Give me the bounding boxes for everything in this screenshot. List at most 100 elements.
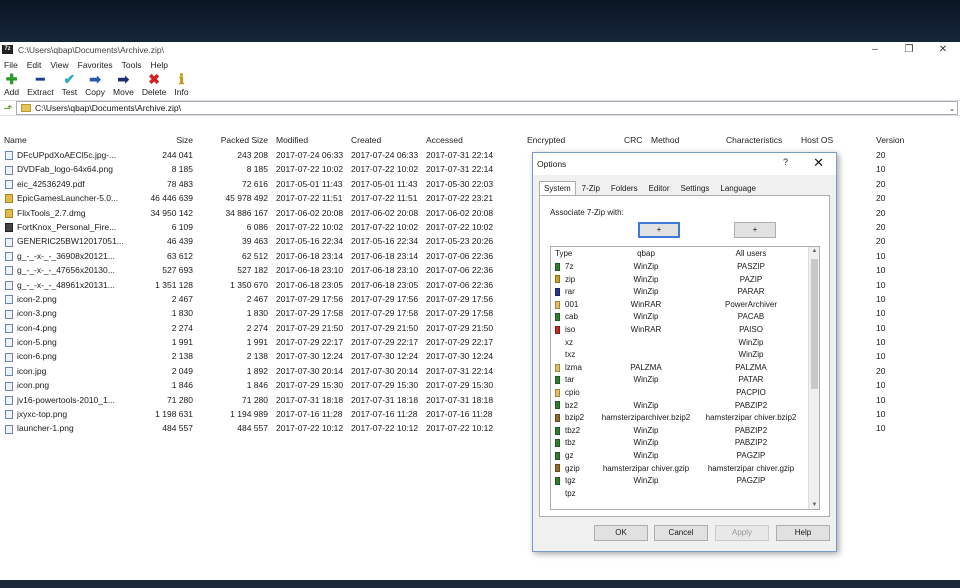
associate-all-users-button[interactable]: + <box>734 222 776 238</box>
file-accessed-cell: 2017-07-31 22:14 <box>426 365 494 376</box>
column-header-crc[interactable]: CRC <box>624 132 654 148</box>
header-type[interactable]: Type <box>555 247 572 261</box>
menu-edit[interactable]: Edit <box>27 60 42 70</box>
association-all-users-cell: hamsterzipar chiver.bzip2 <box>705 413 797 423</box>
menu-file[interactable]: File <box>4 60 18 70</box>
menu-view[interactable]: View <box>50 60 68 70</box>
association-type-cell: cab <box>555 311 578 324</box>
minimize-icon[interactable]: – <box>858 42 892 57</box>
association-row[interactable]: cab WinZip PACAB <box>551 311 819 324</box>
association-row[interactable]: gzip hamsterzipar chiver.gzip hamsterzipar… <box>551 463 819 476</box>
archive-type-icon <box>555 288 560 297</box>
association-row[interactable]: gz WinZip PAGZIP <box>551 450 819 463</box>
file-accessed-cell: 2017-07-31 22:14 <box>426 150 494 160</box>
help-icon[interactable]: ? <box>783 157 788 167</box>
column-header-name[interactable]: Name <box>4 132 144 148</box>
delete-x-icon: ✖ <box>148 71 160 87</box>
chevron-down-icon[interactable]: ⌄ <box>947 104 957 113</box>
association-row[interactable]: lzma PALZMA PALZMA <box>551 362 819 375</box>
association-row[interactable]: tgz WinZip PAGZIP <box>551 475 819 488</box>
associate-current-user-button[interactable]: + <box>638 222 680 238</box>
move-button[interactable]: ➡ Move <box>113 72 134 98</box>
column-header-version[interactable]: Version <box>876 132 916 148</box>
association-row[interactable]: tbz2 WinZip PABZIP2 <box>551 425 819 438</box>
maximize-icon[interactable]: ❐ <box>892 42 926 57</box>
association-row[interactable]: xz WinZip <box>551 337 819 350</box>
association-row[interactable]: bzip2 hamsterziparchiver.bzip2 hamsterzipa… <box>551 412 819 425</box>
folder-up-icon[interactable]: ⬏ <box>0 102 16 115</box>
tab-folders[interactable]: Folders <box>606 181 643 195</box>
association-row[interactable]: tpz <box>551 488 819 501</box>
header-user[interactable]: qbap <box>591 247 701 261</box>
association-all-users-cell: PACAB <box>737 312 765 322</box>
tab-settings[interactable]: Settings <box>676 181 715 195</box>
file-modified-cell: 2017-05-01 11:43 <box>276 178 343 189</box>
archive-type-icon <box>555 376 560 385</box>
delete-button[interactable]: ✖ Delete <box>142 71 167 98</box>
column-header-accessed[interactable]: Accessed <box>426 132 498 148</box>
menu-tools[interactable]: Tools <box>122 60 142 70</box>
title-bar: 7z C:\Users\qbap\Documents\Archive.zip\ … <box>0 42 960 57</box>
association-type-cell: bz2 <box>555 400 578 413</box>
column-header-hostos[interactable]: Host OS <box>801 132 861 148</box>
file-version-cell: 10 <box>876 322 886 333</box>
scroll-thumb[interactable] <box>811 259 818 389</box>
association-row[interactable]: bz2 WinZip PABZIP2 <box>551 400 819 413</box>
association-row[interactable]: cpio PACPIO <box>551 387 819 400</box>
address-input[interactable]: C:\Users\qbap\Documents\Archive.zip\ ⌄ <box>16 101 958 115</box>
association-row[interactable]: txz WinZip <box>551 349 819 362</box>
tab-7-zip[interactable]: 7-Zip <box>577 181 605 195</box>
column-header-modified[interactable]: Modified <box>276 132 348 148</box>
file-created-cell: 2017-07-16 11:28 <box>351 409 418 420</box>
column-header-method[interactable]: Method <box>651 132 711 148</box>
association-user-cell: WinZip <box>633 425 659 435</box>
extract-button[interactable]: ━ Extract <box>27 72 53 98</box>
apply-button[interactable]: Apply <box>715 525 769 541</box>
association-row[interactable]: 7z WinZip PASZIP <box>551 261 819 274</box>
column-header-packed[interactable]: Packed Size <box>205 132 268 148</box>
scroll-up-icon[interactable]: ▲ <box>809 248 819 254</box>
file-version-cell: 20 <box>876 150 886 160</box>
archive-type-icon <box>555 262 560 271</box>
tab-system[interactable]: System <box>539 181 576 195</box>
association-row[interactable]: zip WinZip PAZIP <box>551 274 819 287</box>
menu-help[interactable]: Help <box>150 60 167 70</box>
association-ext: bzip2 <box>565 413 585 423</box>
file-name: g_-_-x-_-_47656x20130... <box>17 265 115 276</box>
close-icon[interactable]: ✕ <box>926 42 960 57</box>
column-header-size[interactable]: Size <box>140 132 193 148</box>
help-button[interactable]: Help <box>776 525 830 541</box>
column-header-encrypted[interactable]: Encrypted <box>527 132 587 148</box>
file-size-cell: 1 991 <box>171 337 193 348</box>
column-header-created[interactable]: Created <box>351 132 423 148</box>
file-version-cell: 10 <box>876 380 886 391</box>
menu-favorites[interactable]: Favorites <box>78 60 113 70</box>
association-all-users-cell: WinZip <box>738 350 764 360</box>
association-row[interactable]: tbz WinZip PABZIP2 <box>551 437 819 450</box>
file-icon <box>5 223 13 233</box>
association-row[interactable]: iso WinRAR PAISO <box>551 324 819 337</box>
file-icon <box>5 280 13 290</box>
file-icon <box>5 151 13 161</box>
test-button[interactable]: ✔ Test <box>62 72 78 98</box>
association-all-users-cell: PASZIP <box>737 262 765 271</box>
column-header-characteristics[interactable]: Characteristics <box>726 132 796 148</box>
add-button[interactable]: ✚ Add <box>4 72 19 98</box>
file-icon <box>5 338 13 348</box>
copy-button[interactable]: ➡ Copy <box>85 72 105 98</box>
association-row[interactable]: rar WinZip PARAR <box>551 286 819 299</box>
tab-editor[interactable]: Editor <box>644 181 675 195</box>
association-ext: lzma <box>565 362 582 372</box>
header-all-users[interactable]: All users <box>701 247 801 261</box>
association-type-cell: zip <box>555 274 575 287</box>
association-row[interactable]: tar WinZip PATAR <box>551 374 819 387</box>
association-scrollbar[interactable]: ▲ ▼ <box>808 247 819 509</box>
dialog-close-icon[interactable]: ✕ <box>813 155 824 171</box>
scroll-down-icon[interactable]: ▼ <box>809 502 819 508</box>
cancel-button[interactable]: Cancel <box>654 525 708 541</box>
tab-language[interactable]: Language <box>715 181 761 195</box>
ok-button[interactable]: OK <box>594 525 648 541</box>
info-button[interactable]: ℹ Info <box>174 72 188 98</box>
file-icon <box>5 410 13 420</box>
association-row[interactable]: 001 WinRAR PowerArchiver <box>551 299 819 312</box>
